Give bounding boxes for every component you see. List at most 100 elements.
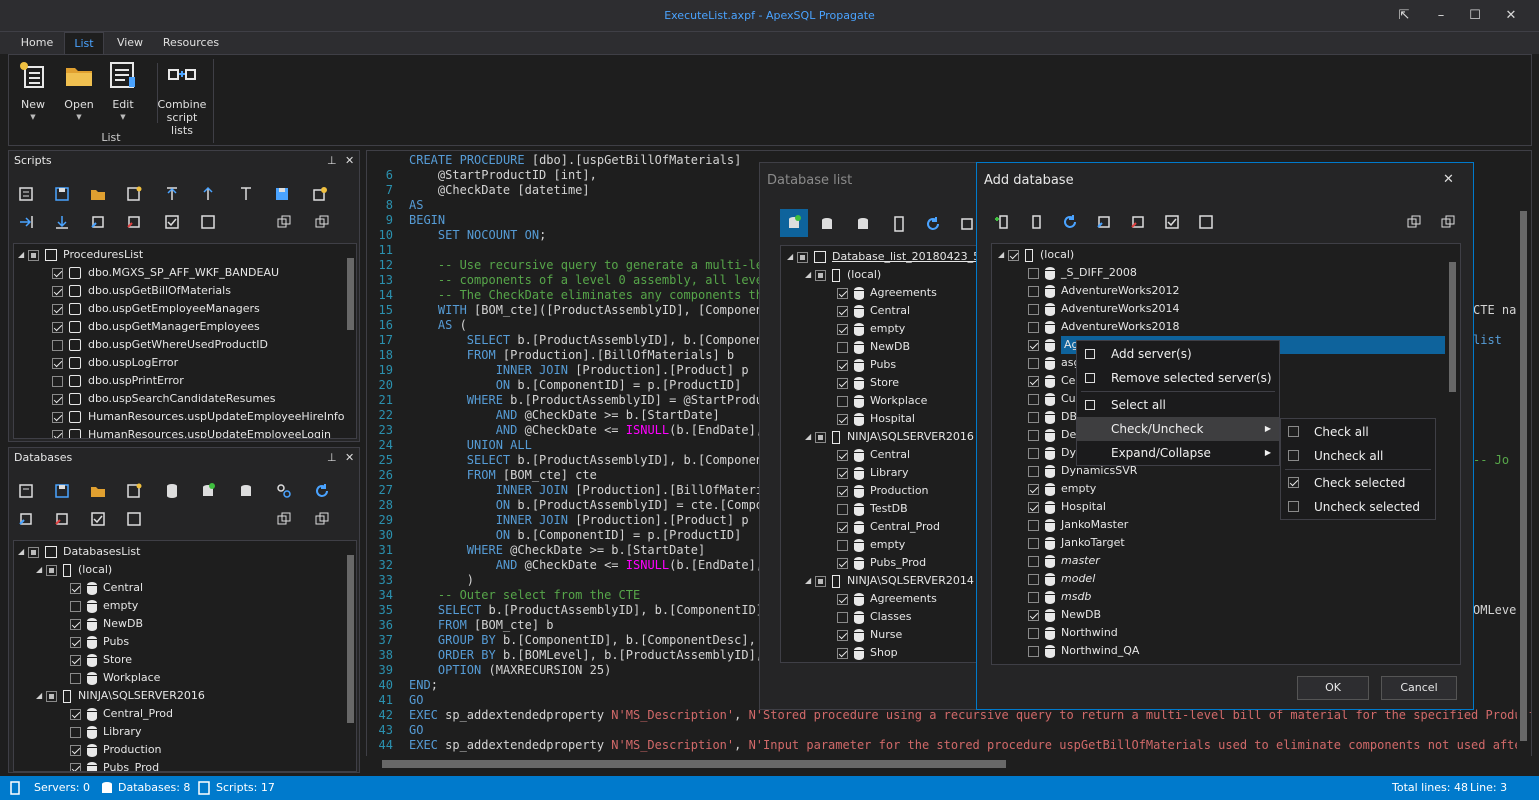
add-server-button[interactable] [780, 209, 808, 237]
collapse-arrow-icon[interactable]: ◢ [18, 543, 28, 561]
checkbox[interactable] [1028, 573, 1039, 585]
tab-home[interactable]: Home [14, 32, 60, 55]
connect-icon[interactable] [275, 482, 293, 500]
collapse-arrow-icon[interactable]: ◢ [805, 572, 815, 590]
checkbox[interactable] [1028, 429, 1039, 441]
edit-script-icon[interactable] [125, 185, 143, 203]
database-row[interactable]: Pubs [837, 356, 896, 374]
checkbox[interactable] [52, 339, 63, 351]
database-row[interactable]: AdventureWorks2012 [1028, 282, 1179, 300]
checkbox[interactable] [52, 303, 63, 315]
checkbox[interactable] [70, 672, 81, 684]
move-out-icon[interactable] [53, 213, 71, 231]
database-row[interactable]: Central [70, 579, 143, 597]
checkbox[interactable] [815, 269, 826, 281]
save-script-icon[interactable] [53, 185, 71, 203]
edit-button[interactable]: Edit ▼ [105, 59, 141, 124]
database-row[interactable]: Des [1028, 426, 1082, 444]
context-menu-item[interactable]: Select all [1077, 393, 1279, 417]
checkbox[interactable] [837, 377, 848, 389]
edit-list-icon[interactable] [125, 482, 143, 500]
save-list-icon[interactable] [53, 482, 71, 500]
checkbox[interactable] [70, 600, 81, 612]
submenu-item[interactable]: Check all [1281, 420, 1435, 444]
checkbox[interactable] [1028, 393, 1039, 405]
tab-view[interactable]: View [110, 32, 150, 55]
close-icon[interactable]: ✕ [1443, 172, 1454, 187]
database-icon[interactable] [163, 482, 181, 500]
database-row[interactable]: Store [70, 651, 132, 669]
uncheck-all-icon[interactable] [125, 510, 143, 528]
checkbox[interactable] [1028, 375, 1039, 387]
server-icon[interactable] [890, 215, 908, 233]
database-row[interactable]: Production [837, 482, 929, 500]
collapse-arrow-icon[interactable]: ◢ [18, 246, 28, 264]
database-row[interactable]: master [1028, 552, 1100, 570]
uncheck-icon[interactable] [125, 213, 143, 231]
checkbox[interactable] [52, 357, 63, 369]
close-button[interactable]: ✕ [1500, 6, 1522, 26]
database-row[interactable]: Central [837, 446, 910, 464]
checkbox[interactable] [70, 762, 81, 771]
database-row[interactable]: _S_DIFF_2008 [1028, 264, 1137, 282]
checkbox[interactable] [837, 395, 848, 407]
context-menu-item[interactable]: Add server(s) [1077, 342, 1279, 366]
checkbox[interactable] [837, 629, 848, 641]
check-selected-icon[interactable] [1095, 213, 1113, 231]
checkbox[interactable] [1028, 339, 1039, 351]
database-row[interactable]: Pubs_Prod [837, 554, 926, 572]
check-all-icon[interactable] [1163, 213, 1181, 231]
checkbox[interactable] [70, 636, 81, 648]
database-row[interactable]: Central_Prod [70, 705, 173, 723]
remove-server-icon[interactable] [1027, 213, 1045, 231]
databases-root-row[interactable]: ◢ DatabasesList [18, 543, 140, 561]
checkbox[interactable] [1028, 519, 1039, 531]
database-row[interactable]: Central_Prod [837, 518, 940, 536]
checkbox[interactable] [815, 575, 826, 587]
script-row[interactable]: dbo.MGXS_SP_AFF_WKF_BANDEAU [52, 264, 279, 282]
checkbox[interactable] [46, 564, 57, 576]
database-row[interactable]: NewDB [1028, 606, 1101, 624]
database-row[interactable]: Northwind [1028, 624, 1118, 642]
database-row[interactable]: Production [70, 741, 162, 759]
database-row[interactable]: AdventureWorks2014 [1028, 300, 1179, 318]
submenu-item[interactable]: Check selected [1281, 471, 1435, 495]
checkbox[interactable] [1028, 609, 1039, 621]
database-row[interactable]: Nurse [837, 626, 902, 644]
collapse-arrow-icon[interactable]: ◢ [36, 687, 46, 705]
database-row[interactable]: Hospital [1028, 498, 1106, 516]
database-row[interactable]: msdb [1028, 588, 1091, 606]
checkbox[interactable] [52, 393, 63, 405]
collapse-arrow-icon[interactable]: ◢ [805, 266, 815, 284]
checkbox[interactable] [837, 521, 848, 533]
checkbox[interactable] [837, 503, 848, 515]
database-row[interactable]: Pubs [70, 633, 129, 651]
database-list-root-row[interactable]: ◢ Database_list_20180423_5-1 [787, 248, 989, 266]
context-menu-item[interactable]: Expand/Collapse ▶ [1077, 441, 1279, 465]
expand-all-icon[interactable] [1405, 213, 1423, 231]
checkbox[interactable] [52, 411, 63, 423]
checkbox[interactable] [70, 708, 81, 720]
checkbox[interactable] [1028, 555, 1039, 567]
server-row[interactable]: ◢ (local) [36, 561, 112, 579]
collapse-arrow-icon[interactable]: ◢ [36, 561, 46, 579]
close-icon[interactable]: ✕ [345, 448, 354, 468]
collapse-all-icon[interactable] [1439, 213, 1457, 231]
move-in-icon[interactable] [17, 213, 35, 231]
editor-hscrollbar[interactable] [366, 756, 1532, 772]
database-row[interactable]: Central [837, 302, 910, 320]
remove-database-icon[interactable] [237, 482, 255, 500]
database-row[interactable]: Library [70, 723, 141, 741]
checkbox[interactable] [837, 341, 848, 353]
checkbox[interactable] [1028, 321, 1039, 333]
database-row[interactable]: Workplace [837, 392, 927, 410]
pin-icon[interactable]: ⊥ [327, 151, 337, 171]
checkbox[interactable] [1028, 357, 1039, 369]
checkbox[interactable] [1028, 267, 1039, 279]
checkbox[interactable] [1028, 285, 1039, 297]
database-row[interactable]: Agreements [837, 284, 937, 302]
checkbox[interactable] [52, 285, 63, 297]
database-row[interactable]: JankoMaster [1028, 516, 1128, 534]
add-script-icon[interactable] [17, 185, 35, 203]
checkbox[interactable] [46, 690, 57, 702]
